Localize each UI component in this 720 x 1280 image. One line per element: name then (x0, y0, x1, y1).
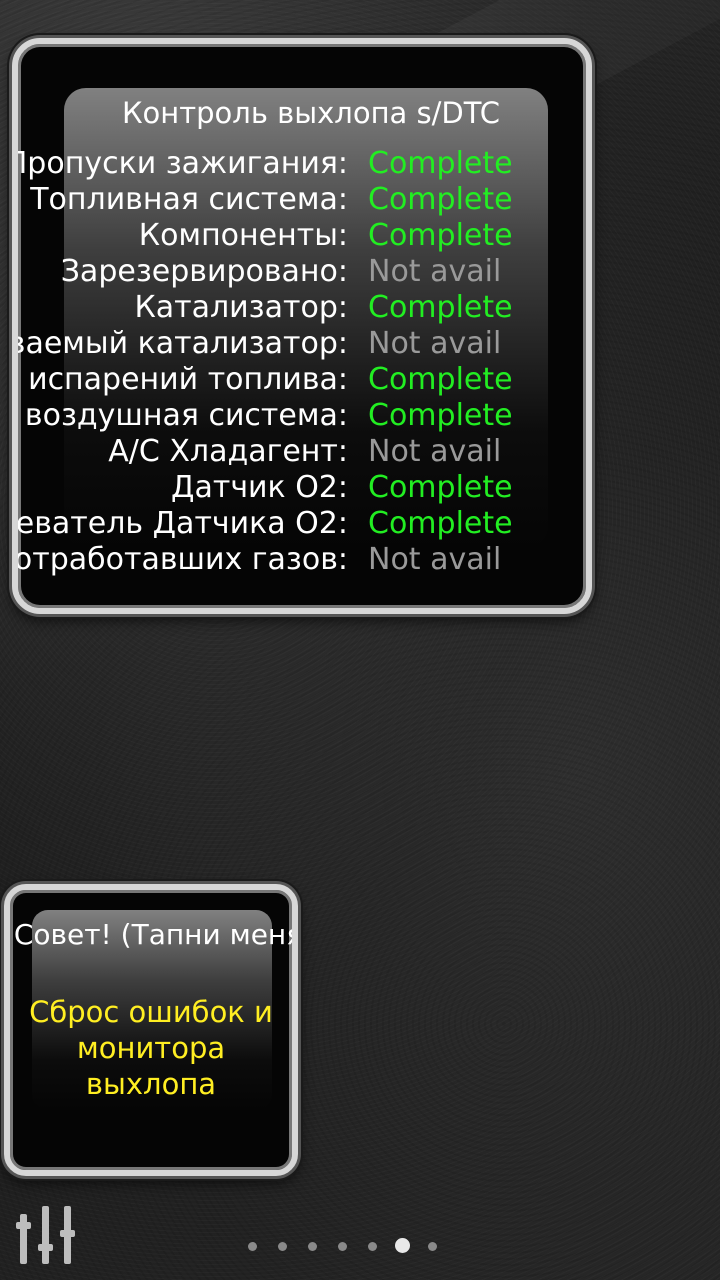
monitor-row: Пропуски зажигания: Complete (18, 146, 586, 182)
monitor-row: A/C Хладагент: Not avail (18, 434, 586, 470)
monitor-status: Not avail (368, 434, 502, 469)
monitor-row: Датчик O2: Complete (18, 470, 586, 506)
equalizer-sliders-icon[interactable] (14, 1200, 80, 1266)
monitor-status: Complete (368, 398, 513, 433)
tip-text: Сброс ошибок и монитора выхлопа (10, 994, 292, 1102)
page-dot[interactable] (278, 1242, 287, 1251)
monitor-label: Вторичная воздушная система: (18, 398, 348, 433)
widget-title: Контроль выхлопа s/DTC (121, 96, 500, 130)
monitor-status: Complete (368, 218, 513, 253)
page-dot-active[interactable] (395, 1238, 410, 1253)
page-dot[interactable] (368, 1242, 377, 1251)
exhaust-monitor-widget[interactable]: Контроль выхлопа s/DTC Пропуски зажигани… (12, 38, 592, 614)
page-dot[interactable] (428, 1242, 437, 1251)
monitor-status: Complete (368, 362, 513, 397)
monitor-row: Система рециркуляции отработавших газов:… (18, 542, 586, 578)
monitor-row: Компоненты: Complete (18, 218, 586, 254)
monitor-status: Complete (368, 506, 513, 541)
monitor-label: A/C Хладагент: (108, 434, 348, 469)
monitor-status: Complete (368, 470, 513, 505)
page-dot[interactable] (338, 1242, 347, 1251)
page-dot[interactable] (308, 1242, 317, 1251)
monitor-status: Not avail (368, 326, 502, 361)
monitor-row: Нагреватель Датчика O2: Complete (18, 506, 586, 542)
tip-line: монитора (76, 1031, 226, 1065)
tip-widget[interactable]: Совет! (Тапни меня) Сброс ошибок и монит… (4, 884, 298, 1176)
monitor-status: Complete (368, 146, 513, 181)
monitor-row: Система улавливания паров испарений топл… (18, 362, 586, 398)
monitor-label: Пропуски зажигания: (12, 146, 348, 181)
page-dot[interactable] (248, 1242, 257, 1251)
monitor-label: Зарезервировано: (60, 254, 348, 289)
monitor-label: Нагреваемый катализатор: (12, 326, 348, 361)
monitor-row: Нагреваемый катализатор:Not avail (18, 326, 586, 362)
tip-line: Сброс ошибок и (29, 995, 273, 1029)
monitor-label: Система рециркуляции отработавших газов: (13, 542, 348, 577)
monitor-row: Топливная система: Complete (18, 182, 586, 218)
monitor-row: Зарезервировано: Not avail (18, 254, 586, 290)
monitor-label: Датчик O2: (171, 470, 348, 505)
tip-line: выхлопа (85, 1067, 217, 1101)
monitor-status: Complete (368, 290, 513, 325)
monitor-status: Not avail (368, 254, 502, 289)
monitor-label: Система улавливания паров испарений топл… (18, 362, 348, 397)
monitor-label: Компоненты: (138, 218, 348, 253)
monitor-status: Complete (368, 182, 513, 217)
monitor-row: Вторичная воздушная система: Complete (18, 398, 586, 434)
monitor-label: Нагреватель Датчика O2: (15, 506, 348, 541)
monitor-label: Топливная система: (30, 182, 348, 217)
monitor-status: Not avail (368, 542, 502, 577)
monitor-row: Катализатор: Complete (18, 290, 586, 326)
tip-title: Совет! (Тапни меня) (13, 918, 298, 951)
monitor-label: Катализатор: (134, 290, 348, 325)
